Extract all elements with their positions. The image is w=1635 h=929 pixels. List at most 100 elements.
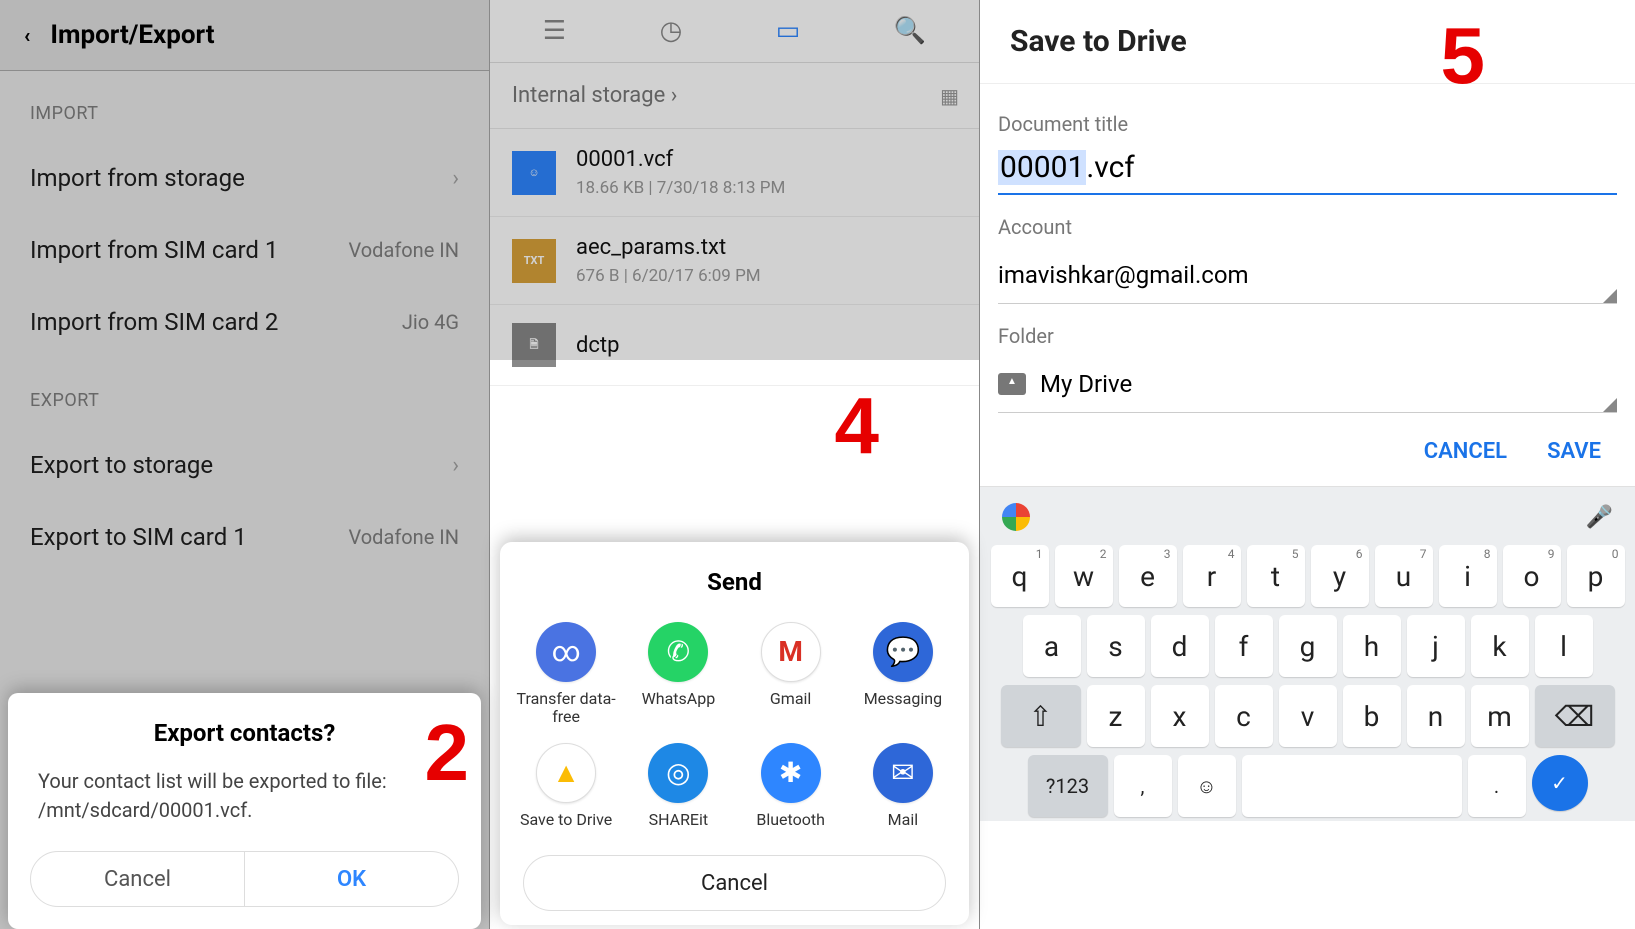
comma-key[interactable]: , [1114,755,1172,817]
drive-folder-icon [998,373,1026,395]
key-j[interactable]: j [1407,615,1465,677]
file-meta: 18.66 KB | 7/30/18 8:13 PM [576,178,785,198]
panel-file-manager: ☰ ◷ ▭ 🔍 Internal storage › ▦ ☺ 00001.vcf… [490,0,980,929]
account-value: imavishkar@gmail.com [998,261,1249,289]
tab-bar: ☰ ◷ ▭ 🔍 [490,0,979,63]
page-title: Save to Drive [980,0,1635,84]
key-c[interactable]: c [1215,685,1273,747]
bluetooth-icon: ✱ [761,743,821,803]
symbols-key[interactable]: ?123 [1028,755,1108,817]
key-b[interactable]: b [1343,685,1401,747]
step-number: 2 [425,707,470,799]
folder-selector[interactable]: My Drive [998,358,1617,413]
share-shareit[interactable]: ◎ SHAREit [628,743,728,829]
key-g[interactable]: g [1279,615,1337,677]
share-whatsapp[interactable]: ✆ WhatsApp [628,622,728,727]
key-r[interactable]: r4 [1183,545,1241,607]
whatsapp-icon: ✆ [648,622,708,682]
period-key[interactable]: . [1468,755,1526,817]
cancel-button[interactable]: CANCEL [1424,439,1507,464]
key-h[interactable]: h [1343,615,1401,677]
share-mail[interactable]: ✉ Mail [853,743,953,829]
key-x[interactable]: x [1151,685,1209,747]
enter-key[interactable]: ✓ [1532,755,1588,811]
key-q[interactable]: q1 [991,545,1049,607]
key-d[interactable]: d [1151,615,1209,677]
mail-icon: ✉ [873,743,933,803]
share-label: WhatsApp [642,690,716,708]
txt-icon: TXT [512,239,556,283]
share-label: Bluetooth [756,811,825,829]
file-name: aec_params.txt [576,235,761,260]
messaging-icon: 💬 [873,622,933,682]
panel-import-export: ‹ Import/Export IMPORT Import from stora… [0,0,490,929]
grid-view-icon[interactable]: ▦ [940,84,957,108]
share-drive[interactable]: ▲Save to Drive [516,743,616,829]
folder-icon[interactable]: ▭ [776,16,801,46]
key-s[interactable]: s [1087,615,1145,677]
share-bluetooth[interactable]: ✱ Bluetooth [741,743,841,829]
file-name: dctp [576,333,619,358]
file-name: 00001.vcf [576,147,785,172]
key-n[interactable]: n [1407,685,1465,747]
file-icon: 🗎 [512,323,556,367]
share-label: Gmail [770,690,811,708]
key-i[interactable]: i8 [1439,545,1497,607]
dropdown-icon [1603,289,1617,303]
ok-button[interactable]: OK [245,851,459,907]
title-selected: 00001 [998,150,1086,185]
backspace-key[interactable]: ⌫ [1535,685,1615,747]
share-label: SHAREit [649,811,709,829]
step-number: 5 [1441,10,1486,102]
recent-icon[interactable]: ◷ [660,16,683,46]
key-u[interactable]: u7 [1375,545,1433,607]
key-e[interactable]: e3 [1119,545,1177,607]
dialog-title: Export contacts? [30,719,459,747]
account-selector[interactable]: imavishkar@gmail.com [998,249,1617,304]
gmail-icon: M [761,622,821,682]
share-label: Save to Drive [520,811,612,829]
file-item-vcf[interactable]: ☺ 00001.vcf 18.66 KB | 7/30/18 8:13 PM [490,129,979,217]
key-row-2: asdfghjkl [980,611,1635,681]
key-p[interactable]: p0 [1567,545,1625,607]
cancel-button[interactable]: Cancel [30,851,245,907]
share-gmail[interactable]: M Gmail [741,622,841,727]
key-y[interactable]: y6 [1311,545,1369,607]
google-icon[interactable] [1002,503,1030,531]
emoji-key[interactable]: ☺ [1178,755,1236,817]
share-transfer[interactable]: ∞Transfer data-free [516,622,616,727]
key-t[interactable]: t5 [1247,545,1305,607]
export-dialog: Export contacts? Your contact list will … [8,693,481,929]
folder-label: Folder [998,304,1617,358]
actions-bar: CANCEL SAVE [980,413,1635,487]
key-row-1: q1w2e3r4t5y6u7i8o9p0 [980,541,1635,611]
key-row-4: ?123 , ☺ . ✓ [980,751,1635,821]
menu-icon[interactable]: ☰ [543,16,566,46]
panel-save-to-drive: Save to Drive Document title 00001.vcf A… [980,0,1635,929]
key-a[interactable]: a [1023,615,1081,677]
save-button[interactable]: SAVE [1547,439,1601,464]
search-icon[interactable]: 🔍 [894,16,926,46]
breadcrumb[interactable]: Internal storage › ▦ [490,63,979,129]
space-key[interactable] [1242,755,1462,817]
shift-key[interactable]: ⇧ [1001,685,1081,747]
key-f[interactable]: f [1215,615,1273,677]
title-label: Document title [998,92,1617,146]
suggestion-bar: 🎤 [980,493,1635,541]
sheet-title: Send [500,542,969,614]
key-z[interactable]: z [1087,685,1145,747]
key-k[interactable]: k [1471,615,1529,677]
mic-icon[interactable]: 🎤 [1586,505,1613,530]
file-item-txt[interactable]: TXT aec_params.txt 676 B | 6/20/17 6:09 … [490,217,979,305]
key-v[interactable]: v [1279,685,1337,747]
file-item-generic[interactable]: 🗎 dctp [490,305,979,386]
shareit-icon: ◎ [648,743,708,803]
key-m[interactable]: m [1471,685,1529,747]
share-messaging[interactable]: 💬Messaging [853,622,953,727]
document-title-input[interactable]: 00001.vcf [998,146,1617,195]
cancel-button[interactable]: Cancel [523,855,945,911]
key-l[interactable]: l [1535,615,1593,677]
share-label: Mail [888,811,918,829]
key-o[interactable]: o9 [1503,545,1561,607]
key-w[interactable]: w2 [1055,545,1113,607]
